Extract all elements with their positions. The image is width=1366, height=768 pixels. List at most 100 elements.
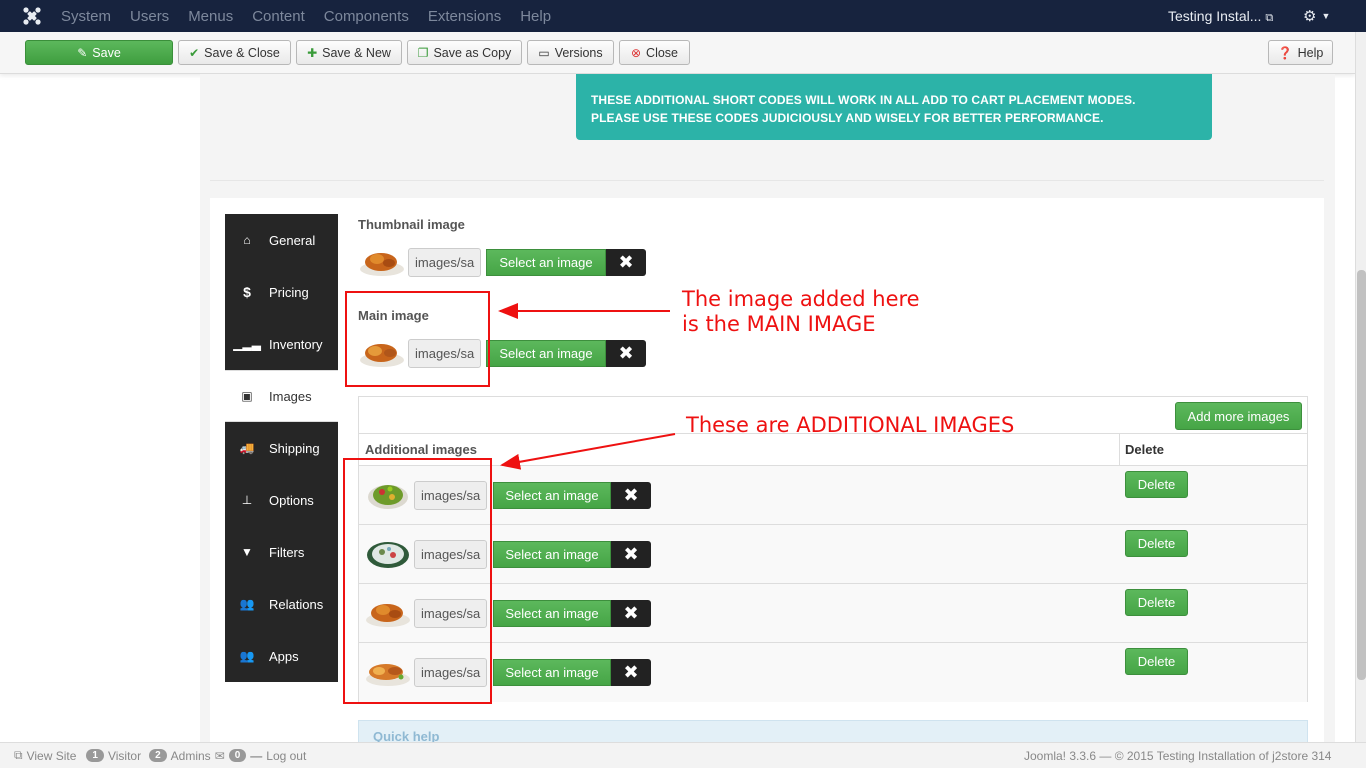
delete-button[interactable]: Delete — [1125, 589, 1188, 616]
thumbnail-label: Thumbnail image — [358, 217, 465, 232]
admin-count-badge: 2 — [149, 749, 167, 762]
additional-clear-button[interactable]: ✖ — [611, 482, 651, 509]
site-link[interactable]: Testing Instal... ⧉ — [1168, 8, 1273, 25]
main-annotation-line-2: is the MAIN IMAGE — [682, 312, 876, 336]
delete-button[interactable]: Delete — [1125, 471, 1188, 498]
additional-clear-button[interactable]: ✖ — [611, 541, 651, 568]
save-new-button[interactable]: ✚ Save & New — [296, 40, 402, 65]
additional-images-highlight-box — [343, 458, 492, 704]
top-navbar: System Users Menus Content Components Ex… — [0, 0, 1366, 32]
thumbnail-clear-button[interactable]: ✖ — [606, 249, 646, 276]
menu-system[interactable]: System — [61, 8, 111, 25]
tab-label: General — [269, 232, 316, 248]
info-alert: THESE ADDITIONAL SHORT CODES WILL WORK I… — [576, 74, 1212, 140]
delete-button[interactable]: Delete — [1125, 530, 1188, 557]
tab-apps[interactable]: 👥 Apps — [225, 630, 338, 682]
main-annotation-line-1: The image added here — [682, 287, 920, 311]
tab-images[interactable]: ▣ Images — [225, 370, 338, 422]
info-line-1: THESE ADDITIONAL SHORT CODES WILL WORK I… — [591, 93, 1136, 107]
tab-label: Shipping — [269, 440, 320, 456]
image-icon: ▣ — [241, 389, 253, 403]
truck-icon: 🚚 — [239, 441, 255, 455]
save-close-button[interactable]: ✔ Save & Close — [178, 40, 291, 65]
save-copy-button[interactable]: ❐ Save as Copy — [407, 40, 522, 65]
external-link-icon: ⧉ — [14, 748, 23, 762]
users-icon: 👥 — [239, 649, 255, 663]
thumbnail-path-field[interactable]: images/sa — [408, 248, 481, 277]
help-button[interactable]: ❓ Help — [1268, 40, 1333, 65]
cancel-icon: ⊗ — [630, 45, 642, 60]
envelope-icon: ✉ — [214, 748, 225, 763]
save-button[interactable]: ✎ Save — [25, 40, 173, 65]
check-icon: ✔ — [189, 45, 200, 60]
tab-shipping[interactable]: 🚚 Shipping — [225, 422, 338, 474]
additional-images-annotation: These are ADDITIONAL IMAGES — [686, 413, 1015, 437]
menu-users[interactable]: Users — [130, 8, 169, 25]
help-label: Help — [1297, 45, 1324, 60]
tab-label: Pricing — [269, 284, 309, 300]
additional-select-button[interactable]: Select an image — [493, 482, 611, 509]
tab-relations[interactable]: 👥 Relations — [225, 578, 338, 630]
side-tabs: ⌂ General $ Pricing ▁▂▃ Inventory ▣ Images 🚚… — [225, 214, 338, 682]
save-copy-label: Save as Copy — [433, 45, 512, 60]
settings-dropdown[interactable]: ⚙ ▼ — [1303, 7, 1330, 25]
main-image-highlight-box — [345, 291, 490, 387]
admin-label: Admins — [170, 748, 211, 763]
tab-options[interactable]: ⊥ Options — [225, 474, 338, 526]
tab-filters[interactable]: ▼ Filters — [225, 526, 338, 578]
dollar-icon: $ — [243, 284, 251, 300]
menu-menus[interactable]: Menus — [188, 8, 233, 25]
messages-count-badge: 0 — [228, 749, 247, 762]
tab-label: Options — [269, 492, 314, 508]
joomla-logo-icon[interactable] — [22, 6, 42, 26]
menu-help[interactable]: Help — [520, 8, 551, 25]
toolbar: ✎ Save ✔ Save & Close ✚ Save & New ❐ Save as… — [0, 32, 1355, 74]
versions-label: Versions — [554, 45, 603, 60]
tab-label: Inventory — [269, 336, 323, 352]
delete-button[interactable]: Delete — [1125, 648, 1188, 675]
visitor-count-badge: 1 — [86, 749, 104, 762]
view-site-link[interactable]: View Site — [27, 749, 77, 763]
quick-help-panel: Quick help — [358, 720, 1308, 742]
additional-images-header: Additional images — [365, 442, 477, 457]
food-thumbnail-image — [360, 253, 404, 276]
tab-pricing[interactable]: $ Pricing — [225, 266, 338, 318]
question-icon: ❓ — [1277, 45, 1293, 60]
save-label: Save — [92, 45, 121, 60]
additional-clear-button[interactable]: ✖ — [611, 659, 651, 686]
tab-general[interactable]: ⌂ General — [225, 214, 338, 266]
tab-inventory[interactable]: ▁▂▃ Inventory — [225, 318, 338, 370]
logout-link[interactable]: Log out — [266, 749, 306, 763]
filter-icon: ▼ — [241, 545, 253, 559]
archive-icon: ▭ — [538, 45, 550, 60]
versions-button[interactable]: ▭ Versions — [527, 40, 614, 65]
plus-icon: ✚ — [307, 45, 318, 60]
info-line-2: PLEASE USE THESE CODES JUDICIOUSLY AND W… — [591, 111, 1104, 125]
additional-select-button[interactable]: Select an image — [493, 541, 611, 568]
additional-select-button[interactable]: Select an image — [493, 659, 611, 686]
close-button[interactable]: ⊗ Close — [619, 40, 690, 65]
minus-icon: — — [250, 748, 263, 763]
add-more-images-button[interactable]: Add more images — [1175, 402, 1302, 430]
tab-label: Images — [269, 388, 312, 404]
footer-copyright: Joomla! 3.3.6 — © 2015 Testing Installat… — [1024, 749, 1332, 763]
scrollbar[interactable] — [1355, 32, 1366, 742]
delete-header: Delete — [1125, 442, 1165, 457]
main-menu: System Users Menus Content Components Ex… — [61, 0, 570, 32]
menu-extensions[interactable]: Extensions — [428, 8, 501, 25]
sitemap-icon: ⊥ — [241, 493, 253, 507]
menu-components[interactable]: Components — [324, 8, 409, 25]
additional-select-button[interactable]: Select an image — [493, 600, 611, 627]
tab-label: Relations — [269, 596, 324, 612]
visitor-label: Visitor — [107, 748, 142, 763]
menu-content[interactable]: Content — [252, 8, 305, 25]
save-close-label: Save & Close — [204, 45, 280, 60]
divider — [210, 180, 1324, 181]
additional-clear-button[interactable]: ✖ — [611, 600, 651, 627]
thumbnail-select-button[interactable]: Select an image — [486, 249, 606, 276]
tab-label: Apps — [269, 648, 299, 664]
copy-icon: ❐ — [417, 45, 429, 60]
scrollbar-thumb[interactable] — [1357, 270, 1366, 680]
site-name: Testing Instal... — [1168, 8, 1262, 24]
status-left: ⧉ View Site 1 Visitor 2 Admins ✉ 0 — Log… — [14, 748, 310, 763]
